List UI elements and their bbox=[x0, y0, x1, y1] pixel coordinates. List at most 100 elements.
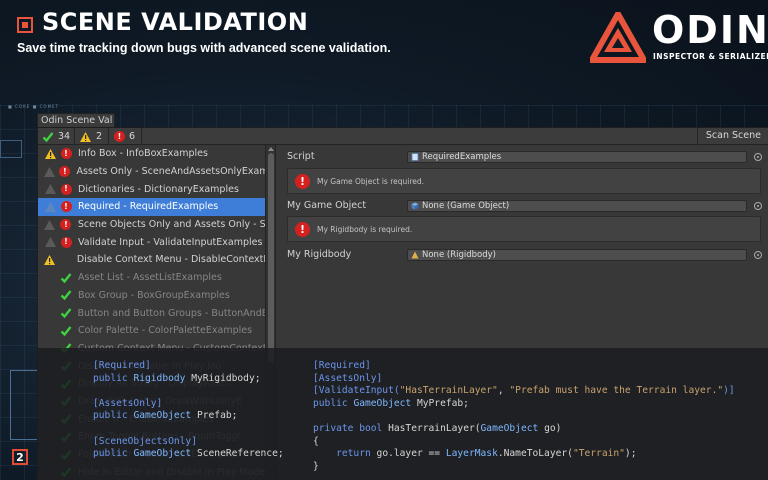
toolbar-divider bbox=[141, 128, 142, 145]
list-item-label: Scene Objects Only and Assets Only - S bbox=[77, 219, 265, 231]
code-type: GameObject bbox=[133, 410, 192, 422]
code-text: HasTerrainLayer( bbox=[382, 422, 481, 434]
script-value: RequiredExamples bbox=[422, 152, 502, 162]
code-type: Rigidbody bbox=[133, 372, 186, 384]
warning-icon bbox=[44, 184, 56, 195]
code-keyword: return bbox=[336, 448, 371, 460]
odin-logo: ODIN INSPECTOR & SERIALIZER bbox=[590, 8, 768, 66]
warning-icon bbox=[80, 131, 91, 142]
ok-count: 34 bbox=[58, 131, 71, 142]
warning-icon bbox=[44, 219, 56, 230]
warning-count: 2 bbox=[96, 131, 103, 142]
error-message: My Rigidbody is required. bbox=[317, 225, 413, 234]
warning-icon bbox=[44, 254, 56, 265]
scene-icon bbox=[17, 17, 33, 33]
script-label: Script bbox=[287, 151, 315, 162]
code-type: LayerMask bbox=[445, 448, 498, 460]
toolbar-divider bbox=[74, 128, 75, 145]
error-icon: ! bbox=[60, 148, 72, 160]
list-item-label: Assets Only - SceneAndAssetsOnlyExamp bbox=[76, 166, 265, 178]
list-item-label: Validate Input - ValidateInputExamples bbox=[78, 236, 263, 248]
code-keyword: bool bbox=[359, 422, 383, 434]
rigidbody-property: My Rigidbody None (Rigidbody) bbox=[281, 247, 768, 263]
list-item[interactable]: ! Validate Input - ValidateInputExamples bbox=[38, 233, 265, 251]
warning-icon bbox=[44, 166, 56, 177]
code-string: "HasTerrainLayer" bbox=[399, 385, 498, 397]
warning-icon bbox=[44, 148, 56, 159]
script-field[interactable]: RequiredExamples bbox=[407, 151, 747, 163]
error-filter-toggle[interactable]: ! 6 bbox=[114, 129, 135, 144]
ok-filter-toggle[interactable]: 34 bbox=[42, 129, 70, 144]
code-text: SceneReference; bbox=[191, 448, 284, 460]
code-sample-overlay: [Required] public Rigidbody MyRigidbody;… bbox=[37, 348, 768, 480]
error-icon: ! bbox=[59, 166, 71, 178]
object-picker-icon[interactable] bbox=[754, 202, 762, 210]
code-type: GameObject bbox=[353, 397, 412, 409]
check-icon bbox=[60, 308, 72, 319]
code-text: , bbox=[497, 385, 510, 397]
gameobject-value: None (Game Object) bbox=[422, 201, 510, 211]
window-tab[interactable]: Odin Scene Val bbox=[37, 113, 115, 127]
odin-triangle-icon bbox=[590, 12, 646, 63]
code-brace: { bbox=[313, 435, 319, 447]
scrollbar-thumb[interactable] bbox=[268, 153, 274, 363]
list-item-label: Dictionaries - DictionaryExamples bbox=[78, 183, 239, 195]
logo-tagline: INSPECTOR & SERIALIZER bbox=[653, 52, 768, 61]
list-item[interactable]: Color Palette - ColorPaletteExamples bbox=[38, 322, 265, 340]
script-property: Script RequiredExamples bbox=[281, 149, 768, 165]
rigidbody-icon bbox=[411, 251, 419, 259]
header: SCENE VALIDATION Save time tracking down… bbox=[0, 0, 768, 72]
code-text: ); bbox=[624, 448, 637, 460]
toolbar-divider bbox=[108, 128, 109, 145]
error-icon: ! bbox=[295, 222, 310, 237]
list-item[interactable]: ! Scene Objects Only and Assets Only - S bbox=[38, 216, 265, 234]
list-item[interactable]: ! Required - RequiredExamples bbox=[38, 198, 265, 216]
code-text: Prefab; bbox=[191, 410, 238, 422]
check-icon bbox=[60, 272, 72, 283]
code-attribute: [AssetsOnly] bbox=[93, 397, 163, 409]
error-icon: ! bbox=[295, 174, 310, 189]
code-keyword: public bbox=[93, 372, 128, 384]
rigidbody-value: None (Rigidbody) bbox=[422, 250, 496, 260]
list-item-label: Color Palette - ColorPaletteExamples bbox=[78, 325, 253, 337]
object-picker-icon[interactable] bbox=[754, 251, 762, 259]
error-icon: ! bbox=[60, 183, 72, 195]
code-keyword: public bbox=[93, 410, 128, 422]
code-attribute: [Required] bbox=[313, 360, 371, 371]
background-label: ■ CORE ■ COMET bbox=[8, 104, 59, 109]
code-keyword: public bbox=[313, 397, 348, 409]
list-item[interactable]: Disable Context Menu - DisableContextM bbox=[38, 251, 265, 269]
code-text: MyPrefab; bbox=[411, 397, 469, 409]
list-item[interactable]: ! Assets Only - SceneAndAssetsOnlyExamp bbox=[38, 163, 265, 181]
rigidbody-field[interactable]: None (Rigidbody) bbox=[407, 249, 747, 261]
code-string: "Terrain" bbox=[572, 448, 625, 460]
rigidbody-label: My Rigidbody bbox=[287, 249, 352, 260]
logo-wordmark: ODIN bbox=[652, 8, 768, 52]
code-text: go) bbox=[538, 422, 562, 434]
list-item[interactable]: ! Dictionaries - DictionaryExamples bbox=[38, 180, 265, 198]
code-text: MyRigidbody; bbox=[185, 372, 261, 384]
object-picker-icon[interactable] bbox=[754, 153, 762, 161]
code-attribute: [Required] bbox=[93, 360, 151, 371]
warning-filter-toggle[interactable]: 2 bbox=[80, 129, 102, 144]
list-item-label: Disable Context Menu - DisableContextM bbox=[76, 254, 265, 266]
warning-icon bbox=[44, 237, 56, 248]
code-brace: } bbox=[313, 460, 319, 472]
gameobject-property: My Game Object None (Game Object) bbox=[281, 198, 768, 214]
error-icon: ! bbox=[60, 201, 72, 213]
code-keyword: public bbox=[93, 448, 128, 460]
code-sample-right: [Required] [AssetsOnly] [ValidateInput("… bbox=[313, 360, 735, 473]
scroll-up-arrow-icon[interactable] bbox=[268, 147, 274, 151]
gameobject-field[interactable]: None (Game Object) bbox=[407, 200, 747, 212]
list-item[interactable]: ! Info Box - InfoBoxExamples bbox=[38, 145, 265, 163]
error-count: 6 bbox=[129, 131, 136, 142]
code-type: GameObject bbox=[480, 422, 539, 434]
list-item[interactable]: Button and Button Groups - ButtonAndB bbox=[38, 304, 265, 322]
scan-scene-button[interactable]: Scan Scene bbox=[696, 128, 768, 145]
code-text: go.layer == bbox=[370, 448, 446, 460]
script-file-icon bbox=[411, 153, 419, 161]
error-message-box: ! My Rigidbody is required. bbox=[287, 216, 761, 242]
code-string: "Prefab must have the Terrain layer." bbox=[509, 385, 724, 397]
list-item[interactable]: Asset List - AssetListExamples bbox=[38, 269, 265, 287]
list-item[interactable]: Box Group - BoxGroupExamples bbox=[38, 287, 265, 305]
